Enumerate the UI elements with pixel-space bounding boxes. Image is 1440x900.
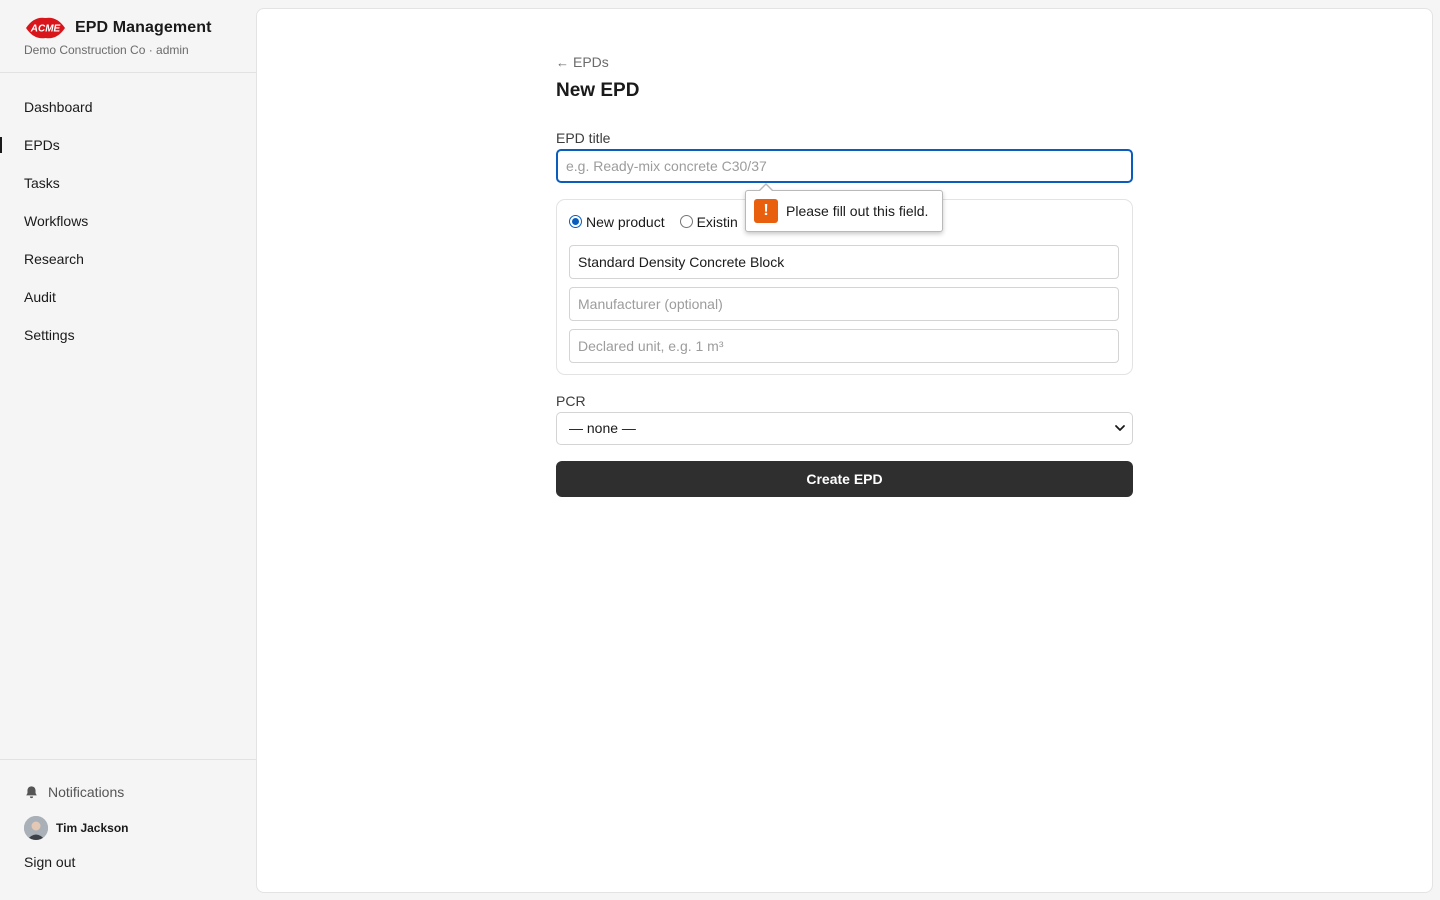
logo-text: ACME bbox=[30, 24, 61, 35]
validation-tooltip: ! Please fill out this field. bbox=[745, 183, 943, 232]
new-epd-form: ← EPDs New EPD EPD title New product Exi… bbox=[556, 53, 1133, 497]
user-profile[interactable]: Tim Jackson bbox=[0, 815, 256, 841]
sidebar-item-workflows[interactable]: Workflows bbox=[0, 202, 256, 240]
sidebar-footer: Notifications Tim Jackson Sign out bbox=[0, 759, 256, 870]
org-subtitle: Demo Construction Co · admin bbox=[24, 43, 189, 57]
avatar bbox=[24, 816, 48, 840]
radio-new-product-label: New product bbox=[586, 213, 665, 230]
epd-title-input[interactable] bbox=[556, 148, 1133, 183]
back-link-label: EPDs bbox=[573, 54, 609, 70]
bell-icon bbox=[26, 785, 37, 798]
radio-new-product-control[interactable] bbox=[569, 215, 582, 228]
sidebar-item-dashboard[interactable]: Dashboard bbox=[0, 88, 256, 126]
sidebar-item-tasks[interactable]: Tasks bbox=[0, 164, 256, 202]
epd-title-label: EPD title bbox=[556, 129, 611, 146]
signout-link[interactable]: Sign out bbox=[0, 854, 256, 870]
sidebar-item-epds[interactable]: EPDs bbox=[0, 126, 256, 164]
product-name-input[interactable] bbox=[569, 244, 1119, 279]
sidebar-item-settings[interactable]: Settings bbox=[0, 316, 256, 354]
brand-header: ACME EPD Management Demo Construction Co… bbox=[0, 0, 256, 73]
validation-message: Please fill out this field. bbox=[786, 203, 929, 219]
sidebar: ACME EPD Management Demo Construction Co… bbox=[0, 0, 256, 900]
main-panel: ← EPDs New EPD EPD title New product Exi… bbox=[256, 8, 1433, 893]
manufacturer-input[interactable] bbox=[569, 286, 1119, 321]
brand-row: ACME EPD Management bbox=[24, 16, 256, 40]
chevron-down-icon bbox=[1115, 425, 1125, 431]
page-title: New EPD bbox=[556, 79, 640, 101]
sidebar-nav: Dashboard EPDs Tasks Workflows Research … bbox=[0, 88, 256, 354]
radio-existing-product-control[interactable] bbox=[679, 215, 693, 228]
user-name: Tim Jackson bbox=[56, 821, 129, 835]
radio-existing-product-label: Existin bbox=[696, 213, 738, 230]
arrow-left-icon: ← bbox=[556, 54, 569, 70]
pcr-select[interactable]: — none — bbox=[556, 411, 1133, 445]
sidebar-item-audit[interactable]: Audit bbox=[0, 278, 256, 316]
radio-existing-product[interactable]: Existin bbox=[679, 213, 738, 230]
app-title: EPD Management bbox=[75, 19, 212, 36]
notifications-link[interactable]: Notifications bbox=[0, 780, 256, 804]
declared-unit-input[interactable] bbox=[569, 328, 1119, 363]
acme-logo[interactable]: ACME bbox=[24, 16, 67, 40]
create-epd-button[interactable]: Create EPD bbox=[556, 460, 1133, 497]
notifications-label: Notifications bbox=[48, 784, 125, 800]
back-to-epds-link[interactable]: ← EPDs bbox=[556, 53, 609, 71]
sidebar-item-research[interactable]: Research bbox=[0, 240, 256, 278]
pcr-label: PCR bbox=[556, 392, 586, 409]
pcr-selected-value: — none — bbox=[569, 420, 636, 436]
radio-new-product[interactable]: New product bbox=[569, 214, 665, 230]
warning-icon: ! bbox=[754, 199, 778, 223]
